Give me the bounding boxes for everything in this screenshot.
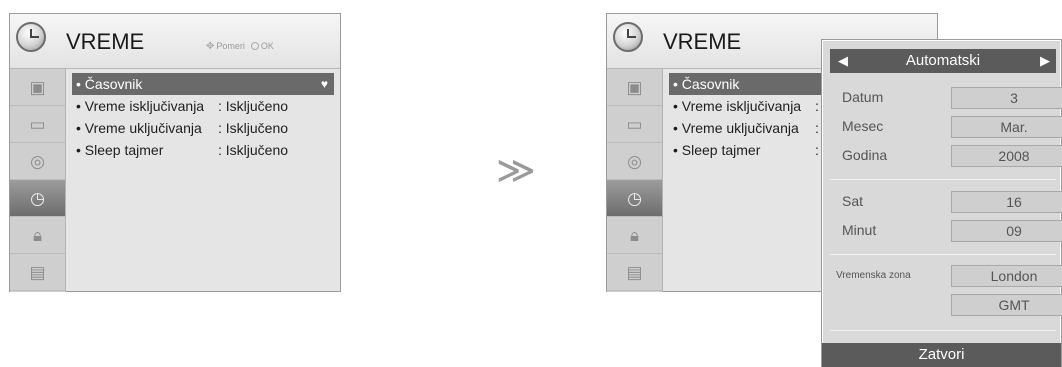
move-hint-label: Pomeri (216, 41, 245, 51)
category-option[interactable]: ▤ (10, 254, 65, 291)
lock-icon: 🔒︎ (32, 225, 43, 245)
year-field[interactable]: 2008 (951, 145, 1062, 167)
timezone-row: Vremenska zona London (836, 265, 1062, 287)
minute-row: Minut 09 (842, 220, 1062, 242)
menu-item-casovnik[interactable]: • Časovnik ♥ (72, 73, 334, 95)
category-time[interactable]: ◷ (10, 180, 65, 217)
category-time[interactable]: ◷ (607, 180, 662, 217)
screen-icon: ▭ (626, 114, 643, 134)
minute-label: Minut (842, 222, 877, 238)
category-audio[interactable]: ◎ (10, 143, 65, 180)
menu-title: VREME (66, 29, 145, 54)
category-lock[interactable]: 🔒︎ (607, 217, 662, 254)
menu-item-value: : (815, 142, 819, 158)
category-sidebar: ▣ ▭ ◎ ◷ 🔒︎ ▤ (10, 69, 66, 292)
clock-icon: ◷ (627, 188, 642, 208)
category-picture[interactable]: ▣ (10, 69, 65, 106)
month-label: Mesec (842, 118, 884, 134)
clock-mode-selector[interactable]: ◀ Automatski ▶ (830, 49, 1056, 73)
menu-item-value: : Isključeno (218, 120, 289, 136)
menu-item-value: : (815, 120, 819, 136)
time-menu-list: • Časovnik ♥ • Vreme isključivanja : Isk… (72, 73, 334, 161)
hour-field[interactable]: 16 (951, 191, 1062, 213)
month-row: Mesec Mar. (842, 116, 1062, 138)
category-option[interactable]: ▤ (607, 254, 662, 291)
menu-item-vreme-iskljucivanja[interactable]: • Vreme isključivanja : Isključeno (72, 95, 334, 117)
menu-item-label: • Vreme uključivanja (76, 120, 202, 136)
menu-item-label: • Vreme isključivanja (673, 98, 802, 114)
audio-icon: ◎ (30, 151, 45, 171)
menu-item-label: • Časovnik (673, 76, 740, 92)
menu-item-value: : Isključeno (218, 142, 289, 158)
timezone-field[interactable]: London (951, 265, 1062, 287)
timezone-offset-field[interactable]: GMT (951, 294, 1062, 316)
menu-item-value: : Isključeno (218, 98, 289, 114)
divider (830, 330, 1056, 331)
option-icon: ▤ (29, 262, 46, 282)
menu-header: VREME ✥ Pomeri OK (10, 14, 340, 69)
timezone-label: Vremenska zona (836, 270, 911, 281)
menu-item-label: • Vreme uključivanja (673, 120, 799, 136)
hour-label: Sat (842, 193, 864, 209)
divider (830, 254, 1056, 255)
category-screen[interactable]: ▭ (607, 106, 662, 143)
close-button[interactable]: Zatvori (822, 343, 1061, 367)
year-row: Godina 2008 (842, 145, 1062, 167)
navigation-arrows-icon: ✥ (206, 41, 215, 52)
clock-mode-value: Automatski (905, 52, 981, 69)
transition-arrow-icon: ≫ (496, 150, 536, 192)
menu-item-label: • Časovnik (76, 76, 143, 92)
screen-icon: ▭ (29, 114, 46, 134)
clock-icon (613, 22, 643, 52)
picture-icon: ▣ (29, 77, 46, 97)
nav-hint: ✥ Pomeri OK (206, 41, 274, 52)
month-field[interactable]: Mar. (951, 116, 1062, 138)
clock-settings-popup: ◀ Automatski ▶ Datum 3 Mesec Mar. Godina… (821, 39, 1062, 367)
left-time-menu: VREME ✥ Pomeri OK ▣ ▭ ◎ ◷ 🔒︎ ▤ • Časovnik … (9, 13, 341, 292)
menu-item-sleep-tajmer[interactable]: • Sleep tajmer : Isključeno (72, 139, 334, 161)
category-screen[interactable]: ▭ (10, 106, 65, 143)
menu-item-vreme-ukljucivanja[interactable]: • Vreme uključivanja : Isključeno (72, 117, 334, 139)
minute-field[interactable]: 09 (951, 220, 1062, 242)
clock-icon (16, 22, 46, 52)
arrow-right-icon[interactable]: ▶ (1040, 49, 1050, 73)
menu-item-value: : (815, 98, 819, 114)
ok-hint-label: OK (260, 41, 274, 51)
timezone-offset-row: GMT (842, 294, 1062, 316)
year-label: Godina (842, 147, 888, 163)
category-lock[interactable]: 🔒︎ (10, 217, 65, 254)
date-row: Datum 3 (842, 87, 1062, 109)
menu-title: VREME (663, 29, 742, 54)
menu-item-label: • Sleep tajmer (673, 142, 761, 158)
divider (830, 179, 1056, 180)
menu-item-label: • Sleep tajmer (76, 142, 164, 158)
category-sidebar: ▣ ▭ ◎ ◷ 🔒︎ ▤ (607, 69, 663, 292)
picture-icon: ▣ (626, 77, 643, 97)
ok-button-icon (250, 42, 259, 50)
category-picture[interactable]: ▣ (607, 69, 662, 106)
menu-item-label: • Vreme isključivanja (76, 98, 205, 114)
category-audio[interactable]: ◎ (607, 143, 662, 180)
option-icon: ▤ (626, 262, 643, 282)
audio-icon: ◎ (627, 151, 642, 171)
date-field[interactable]: 3 (951, 87, 1062, 109)
lock-icon: 🔒︎ (629, 225, 640, 245)
date-label: Datum (842, 89, 884, 105)
hour-row: Sat 16 (842, 191, 1062, 213)
clock-icon: ◷ (30, 188, 45, 208)
hint-bulb-icon: ♥ (320, 77, 328, 91)
